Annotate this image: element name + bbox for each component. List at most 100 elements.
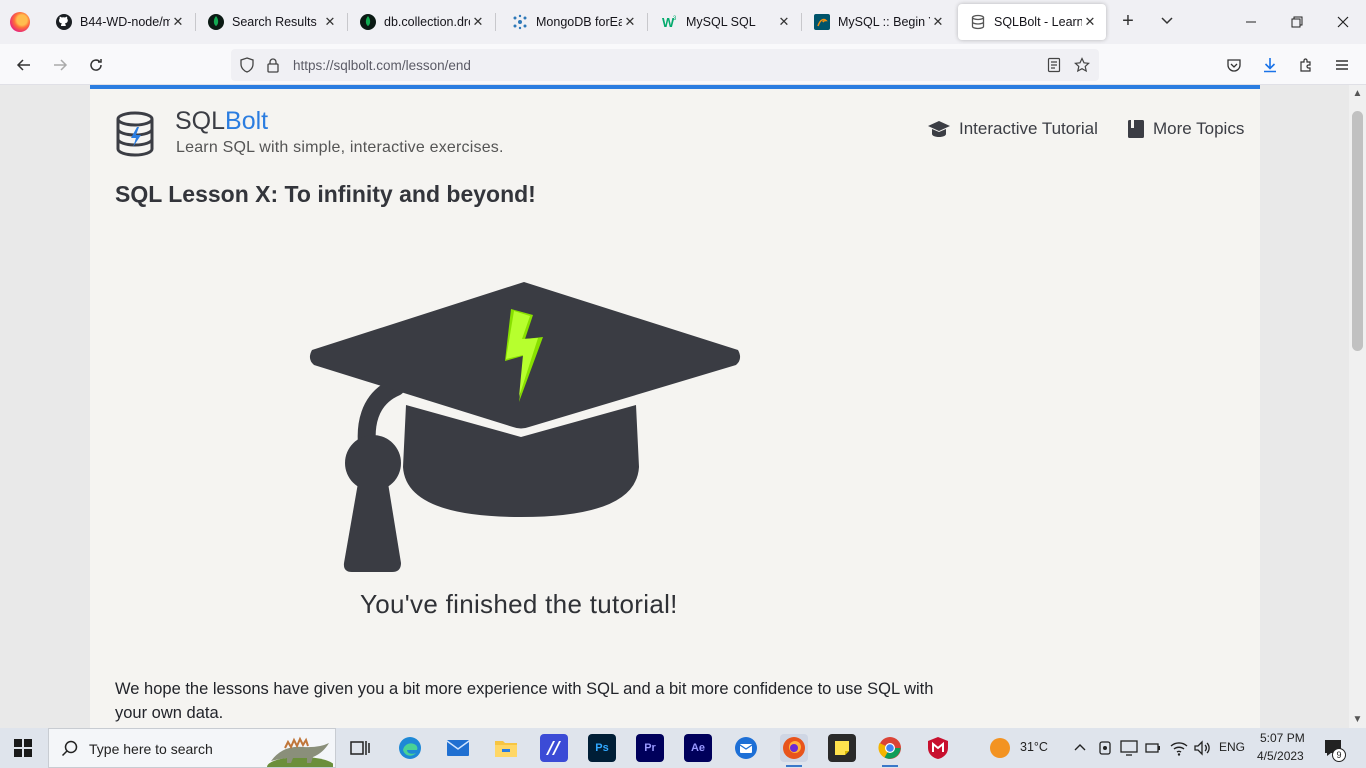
tutorial-finished-caption: You've finished the tutorial! bbox=[360, 589, 678, 619]
tab-title: B44-WD-node/m bbox=[80, 15, 170, 29]
interactive-tutorial-label: Interactive Tutorial bbox=[959, 119, 1098, 138]
tab-github[interactable]: B44-WD-node/m ✕ bbox=[44, 4, 194, 40]
premiere-pro-icon[interactable]: Pr bbox=[636, 734, 664, 762]
firefox-logo-icon[interactable] bbox=[10, 12, 30, 32]
tab-title: MongoDB forEach bbox=[536, 15, 622, 29]
tab-search-results[interactable]: Search Results ✕ bbox=[196, 4, 346, 40]
search-icon bbox=[61, 740, 78, 757]
tab-mongodb-foreach[interactable]: MongoDB forEach ✕ bbox=[500, 4, 646, 40]
brand-suffix: Bolt bbox=[225, 107, 269, 135]
bookmark-star-icon[interactable] bbox=[1072, 55, 1092, 75]
weather-sun-icon[interactable] bbox=[990, 738, 1010, 758]
scrollbar-thumb[interactable] bbox=[1352, 111, 1363, 351]
atom-icon bbox=[512, 14, 528, 30]
restore-window-icon[interactable] bbox=[1274, 0, 1320, 44]
mongodb-icon bbox=[360, 14, 376, 30]
url-text[interactable]: https://sqlbolt.com/lesson/end bbox=[293, 58, 471, 73]
close-window-icon[interactable] bbox=[1320, 0, 1366, 44]
sticky-notes-icon[interactable] bbox=[828, 734, 856, 762]
reader-view-icon[interactable] bbox=[1044, 55, 1064, 75]
tab-close-icon[interactable]: ✕ bbox=[322, 14, 338, 30]
tab-title: db.collection.drop bbox=[384, 15, 470, 29]
weather-temperature[interactable]: 31°C bbox=[1020, 740, 1048, 754]
mysql-icon bbox=[814, 14, 830, 30]
tab-close-icon[interactable]: ✕ bbox=[776, 14, 792, 30]
taskbar-search-box[interactable]: Type here to search bbox=[48, 728, 336, 768]
wifi-icon[interactable] bbox=[1170, 740, 1188, 761]
lesson-title: SQL Lesson X: To infinity and beyond! bbox=[115, 181, 536, 207]
tab-close-icon[interactable]: ✕ bbox=[930, 14, 946, 30]
input-language-indicator[interactable]: ENG bbox=[1219, 740, 1245, 754]
clock-date[interactable]: 4/5/2023 bbox=[1257, 749, 1304, 763]
show-hidden-icons-chevron-icon[interactable] bbox=[1073, 740, 1087, 759]
windows-taskbar: Type here to search Ps Pr Ae 31°C ENG 5:… bbox=[0, 728, 1366, 768]
pocket-icon[interactable] bbox=[1220, 52, 1248, 78]
forward-arrow-icon[interactable] bbox=[46, 52, 74, 78]
scroll-up-arrow-icon[interactable]: ▲ bbox=[1349, 85, 1366, 102]
after-effects-icon[interactable]: Ae bbox=[684, 734, 712, 762]
more-topics-link[interactable]: More Topics bbox=[1127, 119, 1244, 139]
tab-close-icon[interactable]: ✕ bbox=[1082, 14, 1098, 30]
browser-tab-strip: B44-WD-node/m ✕ Search Results ✕ db.coll… bbox=[0, 0, 1366, 44]
edge-browser-icon[interactable] bbox=[396, 734, 424, 762]
search-placeholder: Type here to search bbox=[89, 741, 213, 757]
task-view-icon[interactable] bbox=[346, 734, 374, 762]
tab-close-icon[interactable]: ✕ bbox=[470, 14, 486, 30]
display-icon[interactable] bbox=[1120, 740, 1138, 761]
tab-mysql-sql[interactable]: W3 MySQL SQL ✕ bbox=[650, 4, 800, 40]
list-all-tabs-chevron-icon[interactable] bbox=[1155, 10, 1179, 34]
back-arrow-icon[interactable] bbox=[10, 52, 38, 78]
scroll-down-arrow-icon[interactable]: ▼ bbox=[1349, 711, 1366, 728]
file-explorer-icon[interactable] bbox=[492, 734, 520, 762]
tab-title: Search Results bbox=[232, 15, 317, 29]
dinosaur-illustration-icon bbox=[267, 736, 333, 767]
tab-title: MySQL SQL bbox=[686, 15, 756, 29]
page-scrollbar[interactable]: ▲ ▼ bbox=[1349, 85, 1366, 728]
volume-icon[interactable] bbox=[1193, 740, 1211, 761]
reload-icon[interactable] bbox=[82, 52, 110, 78]
downloads-icon[interactable] bbox=[1256, 52, 1284, 78]
thunderbird-icon[interactable] bbox=[732, 734, 760, 762]
chrome-icon[interactable] bbox=[876, 734, 904, 767]
tab-title: SQLBolt - Learn S bbox=[994, 15, 1082, 29]
new-tab-plus-icon[interactable]: + bbox=[1116, 10, 1140, 34]
battery-icon[interactable] bbox=[1145, 740, 1161, 761]
tab-close-icon[interactable]: ✕ bbox=[170, 14, 186, 30]
svg-text:3: 3 bbox=[673, 16, 677, 22]
minimize-window-icon[interactable] bbox=[1228, 0, 1274, 44]
brand-prefix: SQL bbox=[175, 107, 226, 135]
mcafee-icon[interactable] bbox=[924, 734, 952, 762]
graduation-cap-illustration bbox=[306, 277, 746, 582]
url-host: https://sqlbolt.com bbox=[293, 58, 402, 73]
tab-mysql-begin[interactable]: MySQL :: Begin Yo ✕ bbox=[802, 4, 954, 40]
notification-center-icon[interactable]: 9 bbox=[1323, 738, 1346, 763]
clock-time[interactable]: 5:07 PM bbox=[1260, 731, 1305, 745]
extensions-puzzle-icon[interactable] bbox=[1292, 52, 1320, 78]
book-icon bbox=[1128, 120, 1144, 138]
github-icon bbox=[56, 14, 72, 30]
windows-start-icon[interactable] bbox=[14, 739, 32, 757]
tab-close-icon[interactable]: ✕ bbox=[622, 14, 638, 30]
photoshop-icon[interactable]: Ps bbox=[588, 734, 616, 762]
mongodb-icon bbox=[208, 14, 224, 30]
hamburger-menu-icon[interactable] bbox=[1328, 52, 1356, 78]
interactive-tutorial-link[interactable]: Interactive Tutorial bbox=[927, 119, 1098, 139]
mail-icon[interactable] bbox=[444, 734, 472, 762]
more-topics-label: More Topics bbox=[1153, 119, 1245, 138]
page-viewport: SQLBolt Learn SQL with simple, interacti… bbox=[0, 85, 1349, 728]
tray-app-icon[interactable] bbox=[1098, 740, 1112, 761]
tracking-protection-shield-icon[interactable] bbox=[237, 55, 257, 75]
lock-icon[interactable] bbox=[263, 55, 283, 75]
firefox-taskbar-icon[interactable] bbox=[780, 734, 808, 767]
notification-count-badge: 9 bbox=[1332, 748, 1346, 762]
visual-studio-app-icon[interactable] bbox=[540, 734, 568, 762]
database-icon bbox=[970, 14, 986, 30]
site-tagline: Learn SQL with simple, interactive exerc… bbox=[176, 139, 504, 156]
tab-db-collection-drop[interactable]: db.collection.drop ✕ bbox=[348, 4, 494, 40]
url-path: /lesson/end bbox=[401, 58, 471, 73]
address-bar[interactable]: https://sqlbolt.com/lesson/end bbox=[231, 49, 1099, 81]
browser-navigation-bar: https://sqlbolt.com/lesson/end bbox=[0, 44, 1366, 85]
sqlbolt-logo-database-icon[interactable] bbox=[114, 111, 156, 157]
tab-sqlbolt[interactable]: SQLBolt - Learn S ✕ bbox=[958, 4, 1106, 40]
site-brand[interactable]: SQLBolt bbox=[175, 107, 268, 136]
